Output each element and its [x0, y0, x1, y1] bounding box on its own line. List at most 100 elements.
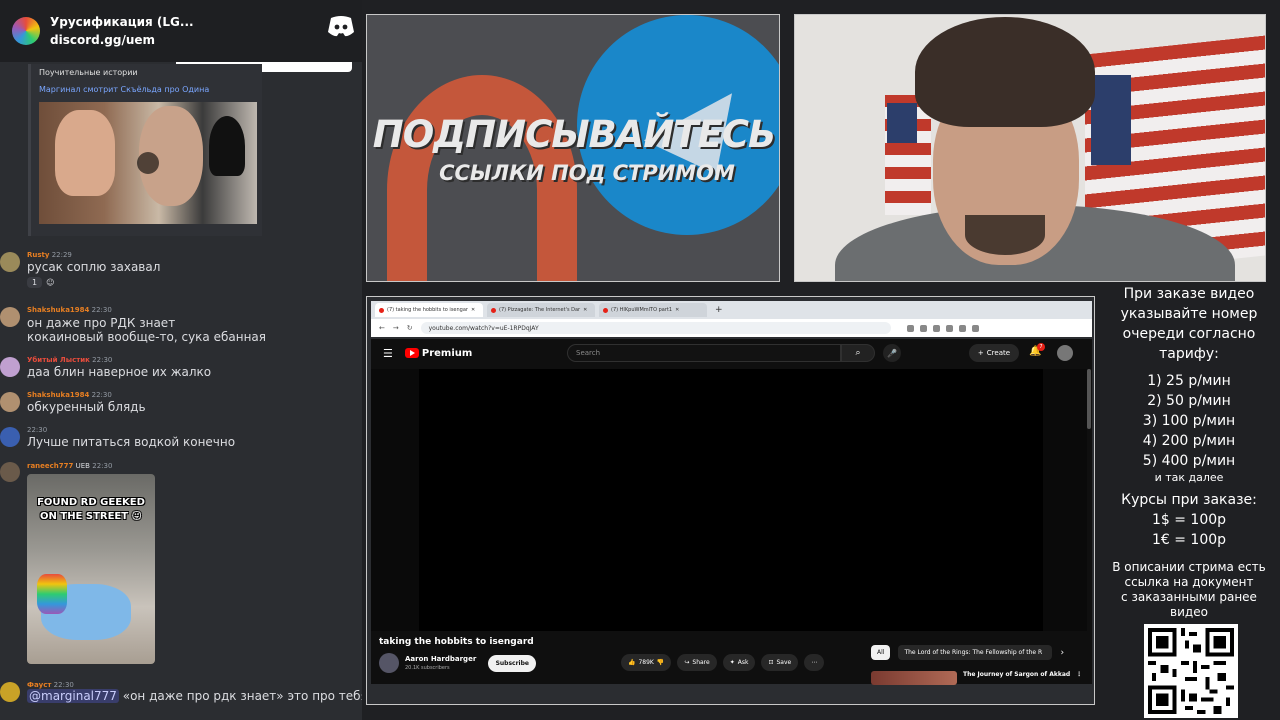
extension-icon[interactable] [906, 324, 914, 332]
rate-line: 1$ = 100р [1151, 512, 1227, 528]
rate-line: 1€ = 100р [1151, 532, 1227, 548]
message-text: русак соплю захавал [27, 260, 161, 274]
like-button[interactable]: 👍 789K 👎 [621, 654, 672, 671]
meme-pony-mane [37, 574, 67, 614]
timestamp: 22:30 [53, 681, 74, 689]
username[interactable]: raneech777 [27, 462, 73, 470]
page-scrollbar[interactable] [1087, 369, 1091, 429]
discord-logo-icon [328, 16, 354, 37]
extension-icon[interactable] [971, 324, 979, 332]
user-avatar[interactable] [0, 307, 20, 327]
username[interactable]: Фауст [27, 681, 51, 689]
info-line: очереди согласно [1122, 326, 1256, 342]
video-frame[interactable] [419, 369, 1043, 631]
video-player[interactable] [371, 369, 1087, 631]
close-icon[interactable]: ✕ [471, 307, 475, 313]
search-icon[interactable]: ⌕ [841, 344, 875, 362]
tab-label: (7) Pizzagate: The Internet's Dar [499, 307, 581, 313]
user-avatar[interactable] [0, 462, 20, 482]
browser-tab[interactable]: (7) HIKpuWMmlTO part1 ✕ [599, 303, 707, 317]
username[interactable]: Rusty [27, 251, 49, 259]
user-avatar[interactable] [0, 427, 20, 447]
timestamp: 22:30 [27, 426, 48, 434]
new-tab-icon[interactable]: + [715, 305, 723, 315]
url-field[interactable]: youtube.com/watch?v=uE-1RPDqJAY [420, 322, 891, 334]
meme-image[interactable]: FOUND RD GEEKED ON THE STREET 😜 [27, 474, 155, 664]
like-count: 789K [638, 659, 654, 666]
more-vertical-icon[interactable]: ⋮ [1076, 671, 1082, 678]
user-avatar[interactable] [0, 682, 20, 702]
username[interactable]: Shakshuka1984 [27, 391, 89, 399]
save-label: Save [776, 659, 792, 666]
embed-thumbnail[interactable] [39, 102, 257, 224]
browser-tab[interactable]: (7) taking the hobbits to isengar ✕ [375, 303, 483, 317]
chat-message: Убитый Лыстик 22:30 даа блин наверное их… [0, 355, 362, 381]
embed-title-link[interactable]: Маргинал смотрит Скъёльда про Одина [39, 85, 254, 94]
chevron-right-icon[interactable]: › [1060, 648, 1064, 658]
recommended-video[interactable]: The Journey of Sargon of Akkad ⋮ [871, 671, 1082, 685]
microphone-icon[interactable]: 🎤 [883, 344, 901, 362]
reaction-pill[interactable]: 1 [27, 277, 43, 288]
username[interactable]: Shakshuka1984 [27, 306, 89, 314]
youtube-favicon-icon [603, 307, 608, 313]
thumbnail-crow [209, 116, 245, 176]
footer-line: В описании стрима есть [1112, 560, 1266, 574]
share-button[interactable]: ↪ Share [677, 654, 717, 671]
ask-button[interactable]: ✦ Ask [722, 654, 756, 671]
recommendation-chips: All The Lord of the Rings: The Fellowshi… [871, 645, 1064, 660]
create-button[interactable]: + Create [969, 344, 1019, 362]
discord-server-header: Урусификация (LG... discord.gg/uem [0, 0, 362, 62]
search-input[interactable]: Search [567, 344, 841, 362]
discord-chat-panel: Урусификация (LG... discord.gg/uem Поучи… [0, 0, 362, 720]
username[interactable]: Убитый Лыстик [27, 356, 90, 364]
timestamp: 22:30 [92, 356, 113, 364]
qr-code-icon [1148, 628, 1234, 714]
extension-icon[interactable] [945, 324, 953, 332]
subscribe-banner: ПОДПИСЫВАЙТЕСЬ ССЫЛКИ ПОД СТРИМОМ [366, 14, 780, 282]
account-avatar[interactable] [1057, 345, 1073, 361]
add-reaction-icon[interactable]: ☺ [46, 278, 54, 287]
streamer-beard [965, 215, 1045, 255]
meme-caption-line: FOUND RD GEEKED [37, 497, 145, 508]
channel-name[interactable]: Aaron Hardbarger [405, 655, 476, 663]
server-invite[interactable]: discord.gg/uem [50, 33, 194, 47]
thumbs-down-icon[interactable]: 👎 [657, 659, 664, 666]
thumbnail-person [55, 110, 115, 196]
forward-icon[interactable]: → [393, 324, 399, 332]
close-icon[interactable]: ✕ [583, 307, 587, 313]
save-button[interactable]: ⊡ Save [761, 654, 799, 671]
banner-subline: ССЫЛКИ ПОД СТРИМОМ [439, 161, 735, 185]
chat-message: Фауст 22:30 @marginal777 «он даже про рд… [0, 680, 362, 710]
recommended-title[interactable]: The Journey of Sargon of Akkad [963, 671, 1070, 678]
menu-icon[interactable]: ☰ [383, 347, 393, 360]
user-mention[interactable]: @marginal777 [27, 689, 119, 703]
message-text: он даже про РДК знает [27, 316, 176, 330]
chip-related[interactable]: The Lord of the Rings: The Fellowship of… [898, 645, 1053, 660]
close-icon[interactable]: ✕ [675, 307, 679, 313]
reload-icon[interactable]: ↻ [407, 324, 413, 332]
extension-icon[interactable] [932, 324, 940, 332]
back-icon[interactable]: ← [379, 324, 385, 332]
user-avatar[interactable] [0, 392, 20, 412]
channel-avatar[interactable] [379, 653, 399, 673]
video-embed[interactable]: Поучительные истории Маргинал смотрит Ск… [28, 64, 262, 236]
chat-message: Rusty 22:29 русак соплю захавал 1 ☺ [0, 250, 362, 290]
qr-code [1144, 624, 1238, 718]
browser-tab[interactable]: (7) Pizzagate: The Internet's Dar ✕ [487, 303, 595, 317]
browser-tab-bar: (7) taking the hobbits to isengar ✕ (7) P… [371, 301, 1092, 319]
sparkle-icon: ✦ [729, 659, 735, 666]
recommended-thumbnail[interactable] [871, 671, 957, 685]
chat-message: Shakshuka1984 22:30 обкуренный блядь [0, 390, 362, 416]
chip-all[interactable]: All [871, 645, 891, 660]
ask-label: Ask [737, 659, 749, 666]
youtube-brand: Premium [421, 347, 473, 359]
extension-icon[interactable] [958, 324, 966, 332]
play-icon[interactable] [137, 152, 159, 174]
subscribe-button[interactable]: Subscribe [488, 654, 537, 672]
user-avatar[interactable] [0, 252, 20, 272]
extension-icon[interactable] [919, 324, 927, 332]
more-icon[interactable]: ⋯ [804, 654, 825, 671]
user-avatar[interactable] [0, 357, 20, 377]
footer-line: ссылка на документ [1124, 575, 1254, 589]
youtube-logo[interactable]: Premium [404, 347, 473, 359]
